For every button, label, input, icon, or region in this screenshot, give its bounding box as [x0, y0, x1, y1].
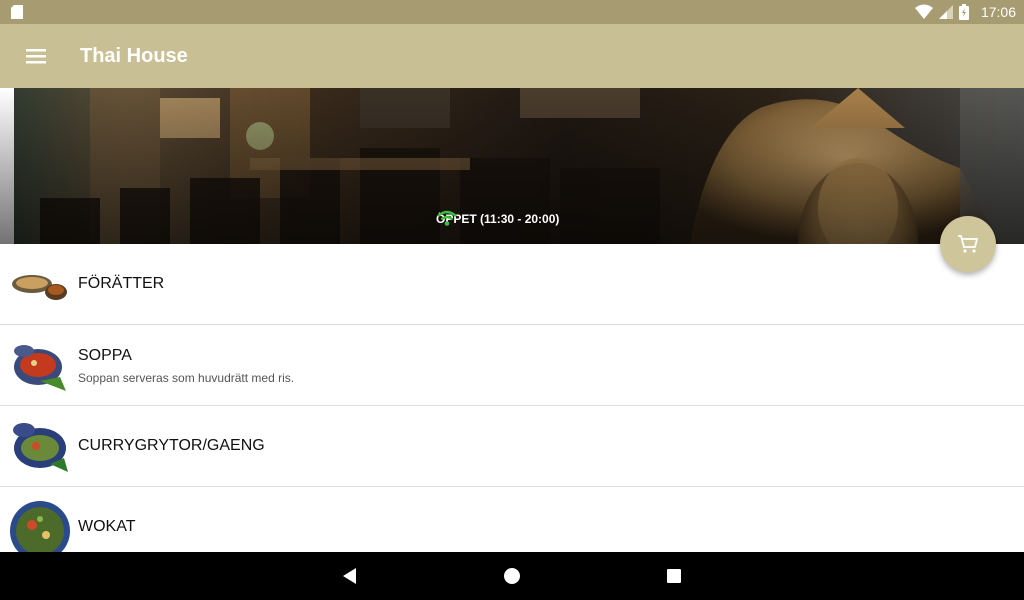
- category-list: FÖRÄTTER SOPPA Soppan serveras som huvud…: [0, 244, 1024, 552]
- cart-button[interactable]: [940, 216, 996, 272]
- category-item-soppa[interactable]: SOPPA Soppan serveras som huvudrätt med …: [0, 325, 1024, 406]
- app-bar: Thai House: [0, 24, 1024, 88]
- wok-dish-icon: [10, 501, 70, 552]
- category-item-currygrytor[interactable]: CURRYGRYTOR/GAENG: [0, 406, 1024, 487]
- category-name: CURRYGRYTOR/GAENG: [78, 437, 265, 454]
- restaurant-hero-image: ÖPPET (11:30 - 20:00): [0, 88, 1024, 244]
- sd-card-icon: [11, 5, 23, 19]
- category-description: Soppan serveras som huvudrätt med ris.: [78, 371, 295, 385]
- home-icon[interactable]: [502, 566, 522, 586]
- hamburger-menu-icon[interactable]: [18, 44, 54, 68]
- curry-bowl-icon: [13, 423, 68, 472]
- back-icon[interactable]: [340, 566, 360, 586]
- battery-icon: [958, 4, 969, 20]
- recents-icon[interactable]: [664, 566, 684, 586]
- wifi-icon: [437, 210, 457, 226]
- appetizer-dish-icon: [12, 275, 67, 300]
- opening-hours-status: ÖPPET (11:30 - 20:00): [436, 209, 559, 229]
- category-name: WOKAT: [78, 518, 136, 535]
- shopping-cart-icon: [958, 235, 979, 253]
- status-time: 17:06: [980, 4, 1016, 20]
- category-item-foratter[interactable]: FÖRÄTTER: [0, 244, 1024, 325]
- system-nav-bar: [0, 552, 1024, 600]
- wifi-icon: [914, 4, 933, 19]
- category-name: FÖRÄTTER: [78, 275, 165, 292]
- app-title: Thai House: [80, 45, 188, 67]
- soup-bowl-icon: [14, 345, 66, 391]
- category-name: SOPPA: [78, 347, 132, 364]
- signal-icon: [938, 5, 953, 19]
- category-item-wokat[interactable]: WOKAT: [0, 487, 1024, 552]
- status-bar: 17:06: [0, 0, 1024, 24]
